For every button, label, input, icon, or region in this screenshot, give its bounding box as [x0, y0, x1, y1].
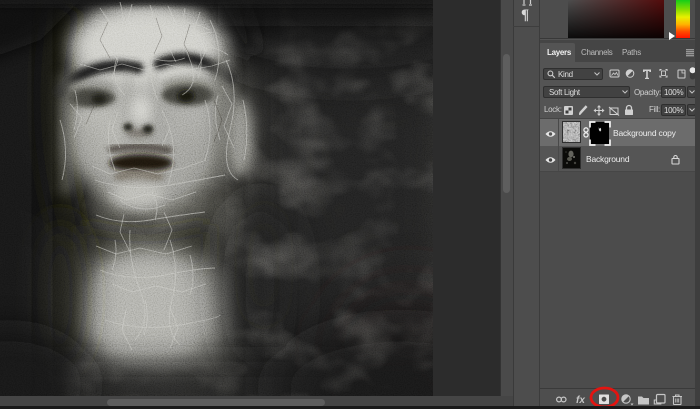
- svg-text:fx: fx: [576, 395, 585, 406]
